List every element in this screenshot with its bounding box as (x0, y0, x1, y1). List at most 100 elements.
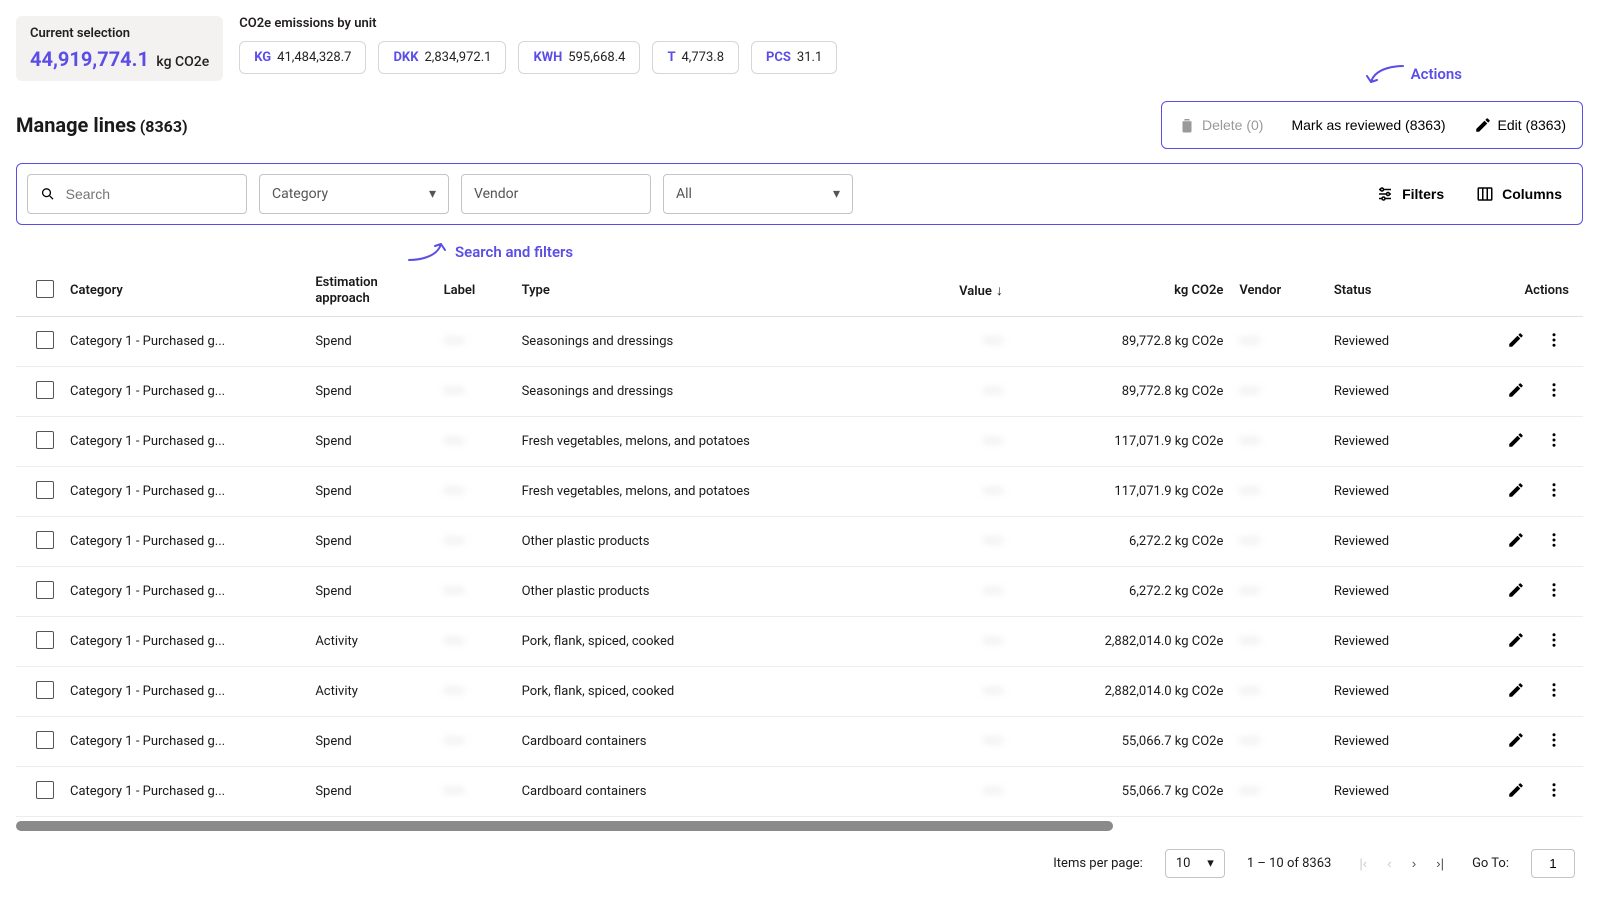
prev-page-button[interactable]: ‹ (1381, 852, 1397, 875)
category-select[interactable]: Category ▾ (259, 174, 449, 214)
search-input-wrap[interactable] (27, 174, 247, 214)
delete-button[interactable]: Delete (0) (1174, 110, 1267, 140)
col-estimation[interactable]: Estimationapproach (307, 265, 435, 317)
col-type[interactable]: Type (514, 265, 914, 317)
row-edit-button[interactable] (1505, 479, 1527, 504)
cell-type: Other plastic products (514, 567, 914, 617)
items-per-page-select[interactable]: 10 ▾ (1165, 849, 1225, 878)
horizontal-scrollbar[interactable] (16, 821, 1113, 831)
search-input[interactable] (66, 186, 234, 202)
row-edit-button[interactable] (1505, 429, 1527, 454)
row-edit-button[interactable] (1505, 679, 1527, 704)
cell-vendor: —— (1231, 717, 1326, 767)
row-checkbox[interactable] (36, 631, 54, 649)
select-all-checkbox[interactable] (36, 280, 54, 298)
first-page-button[interactable]: |‹ (1353, 852, 1373, 875)
chevron-down-icon: ▾ (833, 186, 840, 202)
row-checkbox[interactable] (36, 331, 54, 349)
page-title-count: (8363) (140, 117, 188, 136)
pencil-icon (1474, 116, 1492, 134)
row-edit-button[interactable] (1505, 529, 1527, 554)
unit-pill-t[interactable]: T4,773.8 (652, 41, 739, 74)
row-checkbox[interactable] (36, 781, 54, 799)
cell-status: Reviewed (1326, 617, 1442, 667)
row-checkbox[interactable] (36, 381, 54, 399)
col-status[interactable]: Status (1326, 265, 1442, 317)
cell-label: —— (436, 717, 514, 767)
cell-category: Category 1 - Purchased g... (62, 667, 307, 717)
cell-label: —— (436, 667, 514, 717)
unit-pill-pcs[interactable]: PCS31.1 (751, 41, 837, 74)
col-category[interactable]: Category (62, 265, 307, 317)
row-edit-button[interactable] (1505, 379, 1527, 404)
unit-pill-dkk[interactable]: DKK2,834,972.1 (378, 41, 506, 74)
row-checkbox[interactable] (36, 431, 54, 449)
row-more-button[interactable] (1543, 479, 1565, 504)
row-more-button[interactable] (1543, 379, 1565, 404)
unit-pill-kg[interactable]: KG41,484,328.7 (239, 41, 366, 74)
more-vert-icon (1545, 631, 1563, 649)
row-edit-button[interactable] (1505, 579, 1527, 604)
cell-status: Reviewed (1326, 367, 1442, 417)
cell-type: Fresh vegetables, melons, and potatoes (514, 467, 914, 517)
row-checkbox[interactable] (36, 581, 54, 599)
col-co2e[interactable]: kg CO2e (1011, 265, 1231, 317)
row-edit-button[interactable] (1505, 779, 1527, 804)
row-more-button[interactable] (1543, 779, 1565, 804)
actions-annotation: Actions (1365, 62, 1462, 86)
col-label[interactable]: Label (436, 265, 514, 317)
status-select[interactable]: All ▾ (663, 174, 853, 214)
row-checkbox[interactable] (36, 531, 54, 549)
table-row: Category 1 - Purchased g...Spend——Cardbo… (16, 717, 1583, 767)
pencil-icon (1507, 731, 1525, 749)
row-edit-button[interactable] (1505, 729, 1527, 754)
goto-input[interactable] (1531, 849, 1575, 878)
row-more-button[interactable] (1543, 529, 1565, 554)
cell-category: Category 1 - Purchased g... (62, 617, 307, 667)
chevron-down-icon: ▾ (429, 186, 436, 202)
cell-vendor: —— (1231, 367, 1326, 417)
cell-status: Reviewed (1326, 517, 1442, 567)
last-page-button[interactable]: ›| (1430, 852, 1450, 875)
edit-button[interactable]: Edit (8363) (1470, 110, 1570, 140)
cell-label: —— (436, 467, 514, 517)
row-more-button[interactable] (1543, 329, 1565, 354)
mark-reviewed-button[interactable]: Mark as reviewed (8363) (1287, 111, 1449, 139)
cell-value: —— (913, 717, 1011, 767)
vendor-select[interactable]: Vendor (461, 174, 651, 214)
col-actions: Actions (1442, 265, 1583, 317)
unit-pill-kwh[interactable]: KWH595,668.4 (518, 41, 640, 74)
cell-estimation: Spend (307, 567, 435, 617)
row-more-button[interactable] (1543, 729, 1565, 754)
col-vendor[interactable]: Vendor (1231, 265, 1326, 317)
row-checkbox[interactable] (36, 681, 54, 699)
row-checkbox[interactable] (36, 481, 54, 499)
cell-estimation: Activity (307, 617, 435, 667)
row-edit-button[interactable] (1505, 329, 1527, 354)
next-page-button[interactable]: › (1406, 852, 1422, 875)
row-more-button[interactable] (1543, 629, 1565, 654)
cell-estimation: Activity (307, 667, 435, 717)
table-row: Category 1 - Purchased g...Activity——Por… (16, 667, 1583, 717)
cell-category: Category 1 - Purchased g... (62, 467, 307, 517)
cell-vendor: —— (1231, 467, 1326, 517)
page-range: 1 – 10 of 8363 (1247, 856, 1332, 871)
cell-co2e: 89,772.8 kg CO2e (1011, 367, 1231, 417)
cell-estimation: Spend (307, 517, 435, 567)
row-more-button[interactable] (1543, 429, 1565, 454)
filters-bar: Category ▾ Vendor All ▾ Filters Columns … (16, 163, 1583, 225)
more-vert-icon (1545, 731, 1563, 749)
cell-label: —— (436, 617, 514, 667)
columns-icon (1476, 185, 1494, 203)
cell-co2e: 55,066.7 kg CO2e (1011, 767, 1231, 817)
row-checkbox[interactable] (36, 731, 54, 749)
cell-status: Reviewed (1326, 417, 1442, 467)
col-value[interactable]: Value↓ (913, 265, 1011, 317)
cell-vendor: —— (1231, 317, 1326, 367)
filters-button[interactable]: Filters (1366, 179, 1454, 209)
columns-button[interactable]: Columns (1466, 179, 1572, 209)
row-edit-button[interactable] (1505, 629, 1527, 654)
cell-value: —— (913, 367, 1011, 417)
row-more-button[interactable] (1543, 679, 1565, 704)
row-more-button[interactable] (1543, 579, 1565, 604)
